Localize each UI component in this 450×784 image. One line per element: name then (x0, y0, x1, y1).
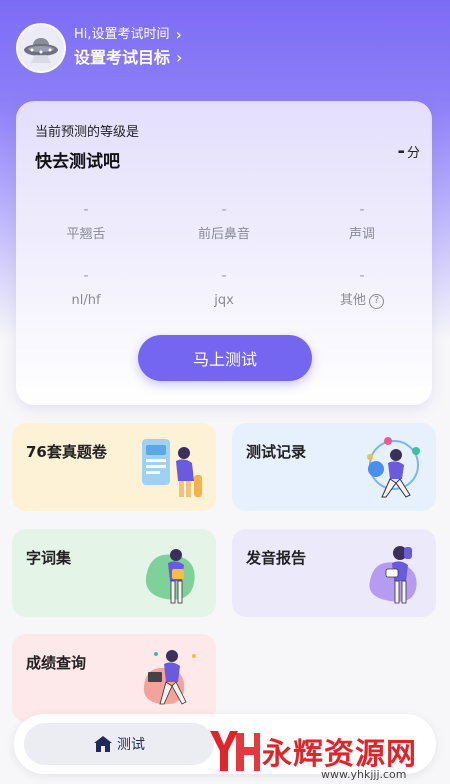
tile-test-records[interactable]: 测试记录 (232, 423, 436, 511)
level-label: 当前预测的等级是 (35, 125, 140, 140)
metric-value: - (221, 268, 227, 284)
metric-jqx: - jqx (164, 267, 284, 311)
metric-value: - (221, 202, 227, 218)
metric-label: 其他 ? (302, 291, 422, 311)
help-icon[interactable]: ? (369, 293, 384, 309)
metric-label-text: 其他 (339, 293, 366, 308)
goal-text: 设置考试目标 (74, 48, 171, 67)
watermark-url: www.yhkjjj.com (321, 768, 407, 781)
level-title: 快去测试吧 (35, 152, 120, 172)
tab-test[interactable]: 测试 (24, 723, 214, 765)
words-illustration-icon (145, 549, 195, 604)
tile-pronunciation-report[interactable]: 发音报告 (232, 529, 436, 617)
metric-nasal: - 前后鼻音 (164, 201, 284, 245)
chevron-right-icon: › (175, 25, 182, 44)
set-exam-goal-link[interactable]: 设置考试目标 › (74, 45, 182, 71)
header: Hi,设置考试时间 › 设置考试目标 › (16, 22, 436, 74)
metric-tone: - 声调 (302, 201, 422, 245)
tile-title: 成绩查询 (26, 654, 87, 672)
ufo-icon (24, 38, 58, 63)
tile-title: 76套真题卷 (26, 443, 107, 461)
tile-word-set[interactable]: 字词集 (12, 529, 216, 617)
exam-illustration-icon (142, 439, 202, 497)
chevron-right-icon: › (176, 48, 183, 67)
greeting-text: Hi,设置考试时间 (74, 27, 170, 42)
metric-nl-hf: - nl/hf (26, 267, 146, 311)
tile-score-query[interactable]: 成绩查询 (12, 634, 216, 722)
watermark-text: 永辉资源网 (262, 737, 417, 772)
home-icon (94, 736, 112, 752)
watermark-logo-icon (210, 731, 260, 771)
tile-title: 字词集 (26, 549, 72, 567)
records-illustration-icon (367, 437, 420, 498)
metric-value: - (83, 268, 89, 284)
score-unit: 分 (406, 146, 420, 161)
set-exam-time-link[interactable]: Hi,设置考试时间 › (74, 25, 182, 45)
score-illustration-icon (143, 650, 196, 705)
metric-label: jqx (214, 293, 234, 308)
metric-label: 平翘舌 (66, 227, 106, 242)
score-value: - (397, 141, 405, 162)
metric-value: - (83, 202, 89, 218)
tab-test-label: 测试 (117, 737, 145, 753)
metric-label: 前后鼻音 (197, 227, 250, 242)
metric-value: - (359, 202, 365, 218)
metric-label: nl/hf (71, 293, 101, 308)
tile-title: 发音报告 (246, 549, 307, 567)
metric-label: 声调 (348, 227, 375, 242)
start-test-button[interactable]: 马上测试 (138, 335, 312, 381)
metric-retroflex: - 平翘舌 (26, 201, 146, 245)
avatar[interactable] (16, 23, 66, 73)
score: - 分 (398, 141, 421, 162)
metric-other: - 其他 ? (302, 267, 422, 311)
watermark: 永辉资源网 www.yhkjjj.com (206, 722, 446, 781)
metric-value: - (359, 268, 365, 284)
tile-exam-papers[interactable]: 76套真题卷 (12, 423, 216, 511)
level-card: 当前预测的等级是 快去测试吧 - 分 - 平翘舌 - 前后鼻音 - 声调 - n… (16, 101, 432, 405)
tile-title: 测试记录 (246, 443, 307, 461)
report-illustration-icon (369, 546, 417, 604)
